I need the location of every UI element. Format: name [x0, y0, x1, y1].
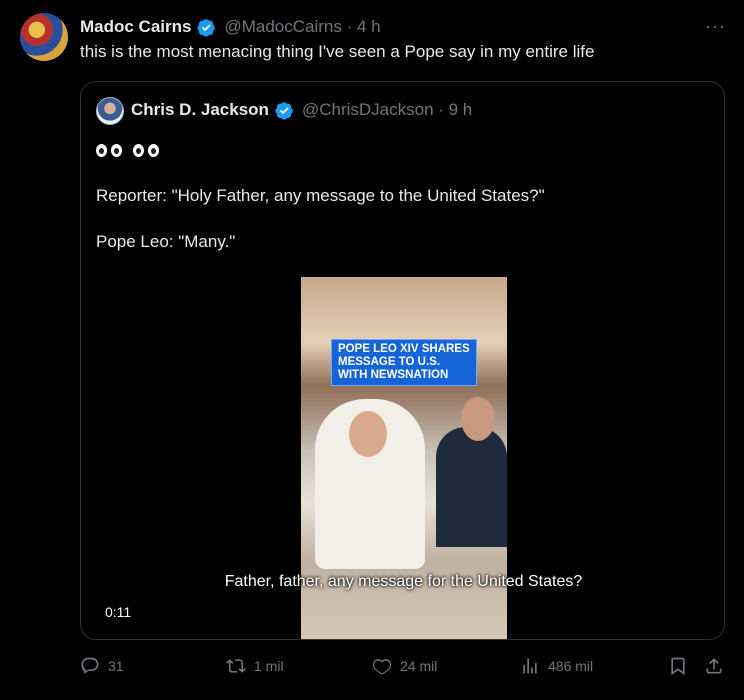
quoted-author-name[interactable]: Chris D. Jackson — [131, 100, 269, 120]
more-options-icon[interactable]: ··· — [705, 16, 726, 37]
author-avatar[interactable] — [20, 13, 68, 61]
eyes-emoji-line — [96, 138, 545, 161]
like-count: 24 mil — [400, 658, 438, 674]
reply-icon — [81, 657, 99, 674]
verified-badge-icon — [275, 101, 293, 120]
repost-icon — [226, 659, 246, 673]
analytics-icon — [523, 658, 537, 674]
video-caption: Father, father, any message for the Unit… — [224, 573, 583, 590]
views-count: 486 mil — [548, 658, 594, 674]
pope-line: Pope Leo: "Many." — [96, 232, 236, 251]
quoted-post[interactable]: Chris D. Jackson @ChrisDJackson · 9 h Re… — [80, 81, 725, 640]
man-in-suit — [436, 427, 507, 547]
repost-count: 1 mil — [254, 658, 284, 674]
share-icon — [706, 658, 722, 674]
like-button[interactable]: 24 mil — [372, 656, 437, 676]
post-text: this is the most menacing thing I've see… — [80, 42, 595, 61]
author-name[interactable]: Madoc Cairns — [80, 17, 191, 37]
quoted-post-header: Chris D. Jackson @ChrisDJackson · 9 h — [131, 100, 472, 120]
bookmark-icon — [671, 657, 685, 676]
post-header: Madoc Cairns @MadocCairns · 4 h — [80, 16, 381, 38]
bookmark-button[interactable] — [668, 656, 688, 676]
news-banner: POPE LEO XIV SHARES MESSAGE TO U.S. WITH… — [331, 339, 477, 386]
reply-count: 31 — [108, 658, 124, 674]
quoted-author-handle-time[interactable]: @ChrisDJackson · 9 h — [302, 100, 472, 120]
video-time: 0:11 — [105, 604, 132, 620]
eyes-emoji-icon — [132, 144, 159, 158]
banner-line-2: MESSAGE TO U.S. — [338, 356, 441, 368]
reply-button[interactable]: 31 — [80, 656, 124, 676]
action-bar: 31 1 mil 24 mil 486 mil — [80, 656, 730, 682]
quoted-post-text: Reporter: "Holy Father, any message to t… — [96, 138, 545, 253]
quoted-author-avatar[interactable] — [96, 97, 124, 125]
share-button[interactable] — [704, 656, 724, 676]
repost-button[interactable]: 1 mil — [226, 656, 284, 676]
banner-line-3: WITH NEWSNATION — [338, 369, 449, 381]
verified-badge-icon — [197, 18, 216, 37]
banner-line-1: POPE LEO XIV SHARES — [338, 343, 470, 355]
heart-icon — [372, 659, 392, 675]
man-face — [461, 397, 495, 441]
author-handle-time[interactable]: @MadocCairns · 4 h — [224, 17, 380, 37]
reporter-line: Reporter: "Holy Father, any message to t… — [96, 186, 545, 205]
eyes-emoji-icon — [96, 144, 122, 158]
views-button[interactable]: 486 mil — [520, 656, 593, 676]
pope-face — [349, 411, 387, 457]
video-player[interactable]: POPE LEO XIV SHARES MESSAGE TO U.S. WITH… — [81, 277, 724, 639]
